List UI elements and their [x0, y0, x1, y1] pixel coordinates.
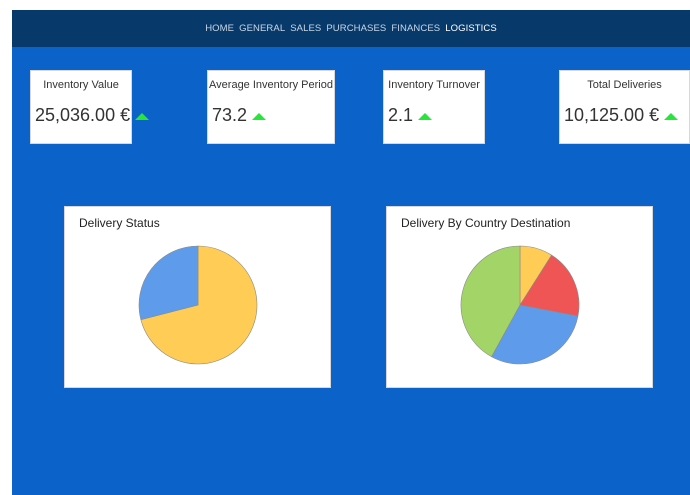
kpi-label: Inventory Value [43, 79, 119, 91]
delivery-by-country-panel: Delivery By Country Destination [386, 206, 653, 388]
kpi-label: Average Inventory Period [209, 79, 333, 91]
chart-title: Delivery By Country Destination [401, 216, 571, 230]
up-arrow-icon [252, 113, 267, 120]
up-arrow-icon [418, 113, 433, 120]
delivery-by-country-pie-chart [460, 245, 580, 365]
nav-finances[interactable]: FINANCES [391, 23, 440, 34]
nav-general[interactable]: GENERAL [239, 23, 285, 34]
delivery-status-panel: Delivery Status [64, 206, 331, 388]
kpi-value: 2.1 [388, 105, 414, 125]
kpi-card-total-deliveries: Total Deliveries 10,125.00 € [559, 70, 690, 144]
up-arrow-icon [664, 113, 679, 120]
kpi-card-inventory-value: Inventory Value 25,036.00 € [30, 70, 150, 144]
up-arrow-icon [135, 113, 150, 120]
top-navigation: HOME GENERAL SALES PURCHASES FINANCES LO… [12, 10, 690, 47]
nav-logistics[interactable]: LOGISTICS [445, 23, 497, 34]
kpi-value: 73.2 [212, 105, 248, 125]
nav-purchases[interactable]: PURCHASES [326, 23, 386, 34]
delivery-status-pie-chart [138, 245, 258, 365]
kpi-label: Total Deliveries [587, 79, 662, 91]
kpi-card-average-inventory-period: Average Inventory Period 73.2 [207, 70, 335, 144]
kpi-value: 25,036.00 € [35, 105, 131, 125]
nav-sales[interactable]: SALES [290, 23, 321, 34]
chart-title: Delivery Status [79, 216, 160, 230]
dashboard-app: HOME GENERAL SALES PURCHASES FINANCES LO… [12, 10, 690, 495]
nav-home[interactable]: HOME [205, 23, 234, 34]
kpi-label: Inventory Turnover [388, 79, 480, 91]
kpi-card-inventory-turnover: Inventory Turnover 2.1 [383, 70, 485, 144]
kpi-value: 10,125.00 € [564, 105, 660, 125]
